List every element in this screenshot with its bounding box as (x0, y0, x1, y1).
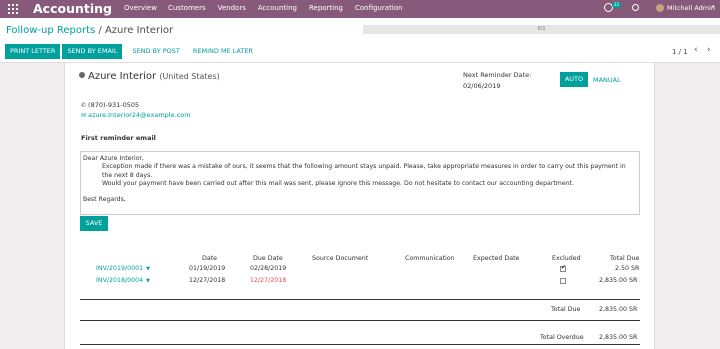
breadcrumb-separator: / (98, 25, 102, 36)
auto-button[interactable]: AUTO (560, 72, 588, 87)
main-menu: Overview Customers Vendors Accounting Re… (124, 4, 414, 12)
email-body-editor[interactable]: Dear Azure Interior, Exception made if t… (80, 151, 640, 215)
invoice-link[interactable]: INV/2018/0004 ▼ (96, 277, 150, 284)
partner-country: (United States) (159, 72, 220, 81)
invoice-date: 01/19/2019 (189, 265, 226, 272)
letter-paragraph-1: Exception made if there was a mistake of… (102, 163, 626, 179)
phone-number: (870)-931-0505 (88, 101, 140, 109)
caret-down-icon: ▼ (146, 278, 151, 284)
next-reminder-date: 02/06/2019 (463, 82, 501, 90)
followup-progress-bar: 0/1 (363, 25, 720, 34)
letter-closing: Best Regards, (83, 196, 126, 204)
top-navbar: Accounting Overview Customers Vendors Ac… (0, 0, 720, 18)
invoice-total-due: 2,835.00 SR (599, 277, 638, 284)
col-excluded: Excluded (552, 255, 581, 262)
pager-previous-icon[interactable]: ‹ (694, 45, 698, 55)
invoice-link[interactable]: INV/2019/0001 ▼ (96, 265, 150, 272)
menu-vendors[interactable]: Vendors (218, 4, 246, 12)
partner-phone: ✆ (870)-931-0505 (81, 101, 139, 109)
caret-down-icon: ▼ (146, 266, 151, 272)
next-reminder-label: Next Reminder Date: (463, 71, 532, 79)
menu-accounting[interactable]: Accounting (258, 4, 297, 12)
total-due-label: Total Due (551, 306, 581, 313)
user-menu[interactable]: Mitchell Admin (667, 4, 715, 12)
col-due-date: Due Date (253, 255, 283, 262)
control-panel: Follow-up Reports / Azure Interior 0/1 P… (0, 18, 720, 63)
manual-button[interactable]: MANUAL (593, 76, 621, 84)
activity-clock-icon[interactable] (632, 4, 639, 11)
email-address[interactable]: azure.Interior24@example.com (88, 111, 191, 119)
invoice-date: 12/27/2018 (189, 277, 226, 284)
divider (80, 320, 640, 321)
invoice-due-date: 02/28/2019 (250, 265, 287, 272)
progress-label: 0/1 (537, 26, 546, 32)
apps-menu-icon[interactable] (8, 4, 18, 14)
partner-name[interactable]: Azure Interior (88, 71, 156, 82)
pager-value[interactable]: 1 / 1 (672, 48, 688, 56)
menu-overview[interactable]: Overview (124, 4, 157, 12)
breadcrumb: Follow-up Reports / Azure Interior (6, 25, 173, 36)
divider (80, 344, 640, 345)
col-source-document: Source Document (312, 255, 369, 262)
breadcrumb-parent[interactable]: Follow-up Reports (6, 25, 95, 36)
total-due-value: 2,835.00 SR (599, 306, 638, 313)
letter-greeting: Dear Azure Interior, (83, 155, 144, 162)
col-communication: Communication (405, 255, 455, 262)
pager-next-icon[interactable]: › (707, 45, 711, 55)
caret-down-icon[interactable]: ▾ (712, 4, 715, 10)
save-button[interactable]: SAVE (80, 216, 108, 231)
breadcrumb-current: Azure Interior (104, 25, 174, 36)
menu-configuration[interactable]: Configuration (355, 4, 402, 12)
col-date: Date (202, 255, 218, 262)
envelope-icon: ✉ (81, 112, 87, 119)
remind-me-later-button[interactable]: REMIND ME LATER (188, 44, 258, 59)
col-expected-date: Expected Date (473, 255, 520, 262)
total-overdue-value: 2,835.00 SR (599, 334, 638, 341)
menu-customers[interactable]: Customers (168, 4, 206, 12)
app-title[interactable]: Accounting (33, 1, 112, 16)
print-letter-button[interactable]: PRINT LETTER (5, 44, 61, 59)
followup-report-sheet: Azure Interior (United States) Next Remi… (64, 63, 655, 349)
phone-icon: ✆ (81, 102, 87, 109)
action-buttons: PRINT LETTER SEND BY EMAIL SEND BY POST … (5, 44, 258, 59)
divider (80, 299, 640, 300)
checkmark-icon: ✔ (561, 264, 567, 271)
send-by-email-button[interactable]: SEND BY EMAIL (62, 44, 123, 59)
col-total-due: Total Due (610, 255, 640, 262)
partner-email[interactable]: ✉ azure.Interior24@example.com (81, 111, 191, 119)
menu-reporting[interactable]: Reporting (309, 4, 343, 12)
invoice-total-due: 2.50 SR (615, 265, 640, 272)
section-title: First reminder email (81, 134, 156, 142)
letter-paragraph-2: Would your payment have been carried out… (102, 179, 574, 187)
total-overdue-label: Total Overdue (540, 334, 584, 341)
invoice-due-date-overdue: 12/27/2018 (250, 277, 287, 284)
discuss-badge: 22 (612, 2, 622, 8)
partner-heading: Azure Interior (United States) (79, 71, 220, 82)
user-avatar[interactable] (656, 4, 664, 12)
send-by-post-button[interactable]: SEND BY POST (127, 44, 184, 59)
excluded-checkbox[interactable]: ✔ (560, 264, 567, 272)
partner-status-dot-icon (79, 72, 85, 78)
excluded-checkbox[interactable] (560, 278, 566, 284)
